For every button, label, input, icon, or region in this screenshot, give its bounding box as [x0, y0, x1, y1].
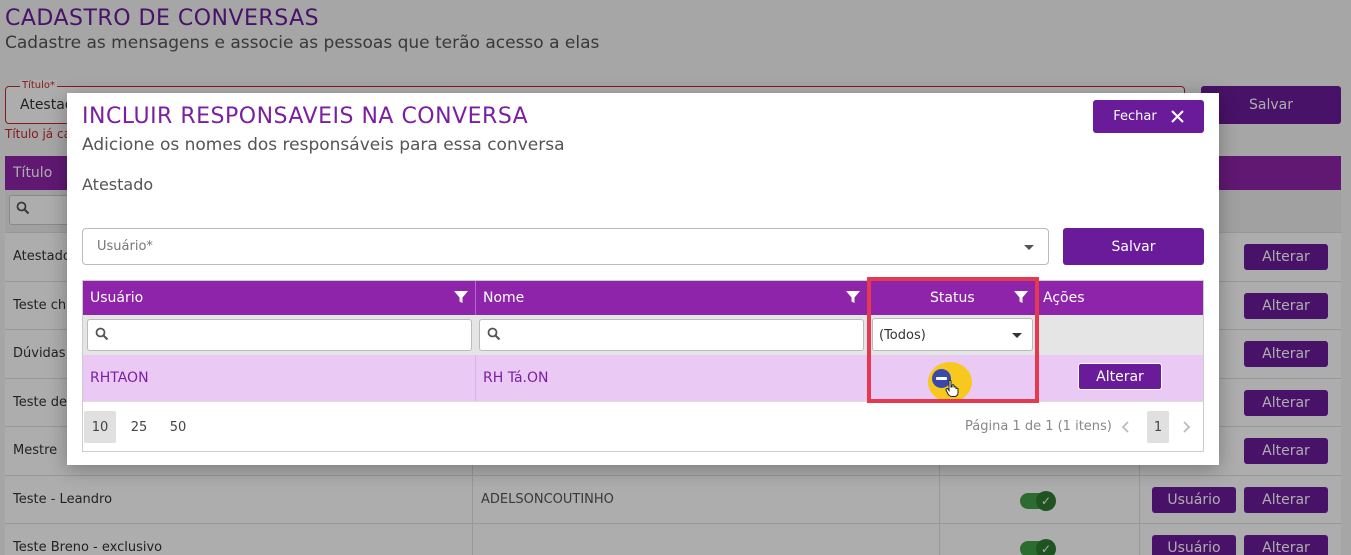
caret-down-icon[interactable]: [1024, 245, 1034, 250]
row-edit-button[interactable]: Alterar: [1078, 363, 1162, 390]
page-size-10[interactable]: 10: [84, 411, 116, 443]
row-usuario: RHTAON: [90, 370, 149, 386]
close-button-label: Fechar: [1113, 109, 1157, 124]
filter-icon[interactable]: [845, 289, 861, 305]
column-label: Nome: [483, 290, 525, 306]
column-label: Ações: [1043, 290, 1085, 306]
include-responsibles-modal: INCLUIR RESPONSAVEIS NA CONVERSA Adicion…: [67, 93, 1219, 465]
user-select-placeholder: Usuário*: [97, 239, 153, 254]
close-icon: [1171, 110, 1184, 123]
modal-save-button[interactable]: Salvar: [1063, 228, 1204, 265]
chevron-right-icon[interactable]: [1179, 420, 1193, 434]
conversation-name: Atestado: [82, 175, 154, 194]
page-size-25[interactable]: 25: [123, 411, 155, 443]
modal-title: INCLUIR RESPONSAVEIS NA CONVERSA: [82, 104, 529, 129]
page-size-50[interactable]: 50: [162, 411, 194, 443]
close-button[interactable]: Fechar: [1093, 100, 1204, 133]
nome-search-input[interactable]: [479, 319, 864, 351]
search-icon: [95, 327, 109, 341]
status-column-highlight: [867, 277, 1039, 403]
pager-page-1[interactable]: 1: [1147, 411, 1169, 443]
column-header-usuario[interactable]: Usuário: [83, 281, 475, 315]
column-header-nome[interactable]: Nome: [476, 281, 868, 315]
filter-icon[interactable]: [453, 289, 469, 305]
pager-info: Página 1 de 1 (1 itens): [965, 419, 1112, 434]
modal-subtitle: Adicione os nomes dos responsáveis para …: [82, 135, 565, 155]
user-select[interactable]: Usuário*: [82, 228, 1049, 265]
search-icon: [487, 327, 501, 341]
chevron-left-icon[interactable]: [1119, 420, 1133, 434]
row-nome: RH Tá.ON: [483, 370, 549, 386]
column-label: Usuário: [90, 290, 144, 306]
column-header-acoes: Ações: [1038, 281, 1203, 315]
grid-pager: 10 25 50 Página 1 de 1 (1 itens) 1: [83, 401, 1203, 451]
usuario-search-input[interactable]: [87, 319, 472, 351]
